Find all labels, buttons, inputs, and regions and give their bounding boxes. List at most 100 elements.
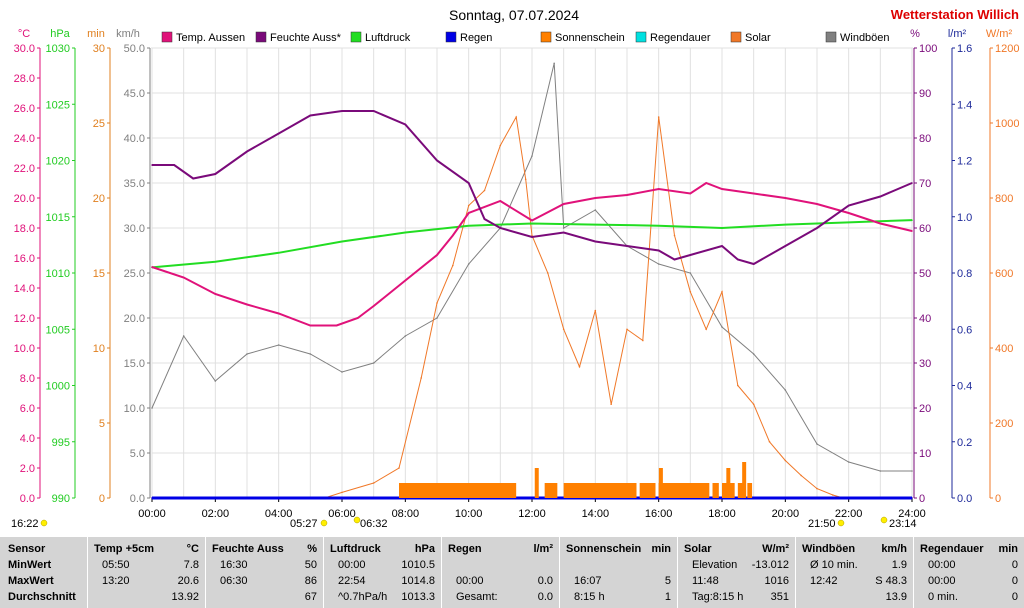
sunshine-block xyxy=(747,483,753,498)
stats-column: Windböen km/h Ø 10 min. 1.9 12:42 S 48.3 13.9 xyxy=(795,537,913,608)
wm2-tick-label: 800 xyxy=(995,193,1013,205)
point-solar xyxy=(562,328,565,331)
stats-cell-time: 16:07 xyxy=(574,575,602,587)
stats-column: Solar W/m² Elevation -13.012 11:48 1016 Tag:8:… xyxy=(677,537,795,608)
minutes-axis-unit: min xyxy=(87,28,105,40)
x-tick-label: 04:00 xyxy=(265,508,293,520)
point-pressure xyxy=(214,260,217,263)
temp-tick-label: 26.0 xyxy=(14,103,35,115)
stats-cell-row: 13:20 20.6 xyxy=(94,573,199,589)
sunrise-icon xyxy=(353,516,361,524)
stats-cell-value: 67 xyxy=(304,591,317,603)
point-solar xyxy=(737,384,739,387)
pressure-tick-label: 1015 xyxy=(46,212,70,224)
point-humidity xyxy=(911,182,913,184)
minutes-tick-label: 10 xyxy=(93,343,105,355)
point-pressure xyxy=(277,251,280,254)
temp-tick-label: 20.0 xyxy=(14,193,35,205)
x-tick-label: 20:00 xyxy=(772,508,800,520)
point-temp xyxy=(721,188,723,190)
percent-tick-label: 50 xyxy=(919,268,931,280)
x-tick-label: 22:00 xyxy=(835,508,863,520)
point-pressure xyxy=(594,223,597,226)
stats-cell-time: Tag:8:15 h xyxy=(692,591,744,603)
sunshine-spike xyxy=(742,462,747,498)
point-solar xyxy=(341,491,343,494)
stats-cell-value: 13.92 xyxy=(171,591,199,603)
wm2-tick-label: 600 xyxy=(995,268,1013,280)
point-solar xyxy=(784,459,787,462)
x-tick-label: 10:00 xyxy=(455,508,483,520)
sun-marker-label-dusk: 23:14 xyxy=(889,518,917,530)
stats-cell-value: 7.8 xyxy=(183,559,199,571)
point-gust xyxy=(562,227,565,229)
legend-label-gust: Windböen xyxy=(840,32,890,44)
dusk-icon xyxy=(880,516,888,524)
stats-cell-row: 0 min. 0 xyxy=(920,589,1018,605)
stats-cell-time: 00:00 xyxy=(928,559,956,571)
point-temp xyxy=(335,324,338,327)
percent-tick-label: 60 xyxy=(919,223,931,235)
point-gust xyxy=(752,353,755,355)
legend-swatch-gust xyxy=(825,31,837,43)
point-humidity xyxy=(594,240,597,243)
x-tick-label: 08:00 xyxy=(392,508,420,520)
stats-cell-row: 67 xyxy=(212,589,317,605)
sun-marker-label-sunrise: 06:32 xyxy=(360,518,388,530)
legend-label-temp: Temp. Aussen xyxy=(176,32,245,44)
stats-column-header: Temp +5cm °C xyxy=(94,541,199,557)
stats-column-unit: % xyxy=(307,543,317,555)
point-humidity xyxy=(246,150,248,153)
stats-cell-value: 1016 xyxy=(764,575,789,587)
pressure-tick-label: 1005 xyxy=(46,324,70,336)
point-humidity xyxy=(192,177,194,180)
stats-column-title: Sonnenschein xyxy=(566,543,642,555)
point-solar xyxy=(398,467,400,469)
wm2-tick-label: 1000 xyxy=(995,118,1019,130)
point-solar xyxy=(800,474,802,477)
point-solar xyxy=(610,403,612,406)
stats-cell-value: 0 xyxy=(1011,575,1018,587)
point-pressure xyxy=(911,219,913,221)
point-temp xyxy=(562,203,565,205)
sunshine-spike xyxy=(726,468,731,498)
stats-cell-time: 16:30 xyxy=(220,559,248,571)
point-gust xyxy=(689,272,692,274)
stats-cell-value: 13.9 xyxy=(885,591,907,603)
point-temp xyxy=(752,192,755,195)
point-gust xyxy=(467,263,470,265)
temp-tick-label: 14.0 xyxy=(14,283,35,295)
stats-cell-row: Tag:8:15 h 351 xyxy=(684,589,789,605)
point-humidity xyxy=(562,231,565,234)
point-humidity xyxy=(467,182,470,184)
kmh-axis-unit: km/h xyxy=(116,28,140,40)
point-solar xyxy=(689,290,692,293)
stats-cell-row: 16:30 50 xyxy=(212,557,317,573)
stats-cell-row xyxy=(448,557,553,573)
percent-tick-label: 40 xyxy=(919,313,931,325)
temp-tick-label: 28.0 xyxy=(14,73,35,85)
point-gust xyxy=(531,155,533,157)
point-temp xyxy=(151,266,153,268)
point-solar xyxy=(499,144,502,147)
point-solar xyxy=(467,204,470,207)
point-temp xyxy=(689,192,692,195)
legend-swatch-humidity xyxy=(255,31,267,43)
kmh-tick-label: 15.0 xyxy=(124,358,145,370)
point-temp xyxy=(214,293,217,295)
stats-cell-value: -13.012 xyxy=(751,559,789,571)
stats-cell-row: 12:42 S 48.3 xyxy=(802,573,907,589)
kmh-tick-label: 30.0 xyxy=(124,223,145,235)
stats-cell-time: 00:00 xyxy=(338,559,366,571)
stats-column: Regen l/m² 00:00 0.0 Gesamt: 0.0 xyxy=(441,537,559,608)
stats-cell-row: Elevation -13.012 xyxy=(684,557,789,573)
point-gust xyxy=(151,407,153,409)
point-solar xyxy=(673,234,676,237)
kmh-tick-label: 35.0 xyxy=(124,178,145,190)
point-solar xyxy=(372,482,375,484)
stats-table: Sensor MinWert MaxWert Durchschnitt Temp +5c… xyxy=(0,537,1024,608)
point-temp xyxy=(436,254,438,256)
pressure-tick-label: 995 xyxy=(52,437,70,449)
percent-axis-unit: % xyxy=(910,28,920,40)
pressure-tick-label: 1000 xyxy=(46,381,70,393)
